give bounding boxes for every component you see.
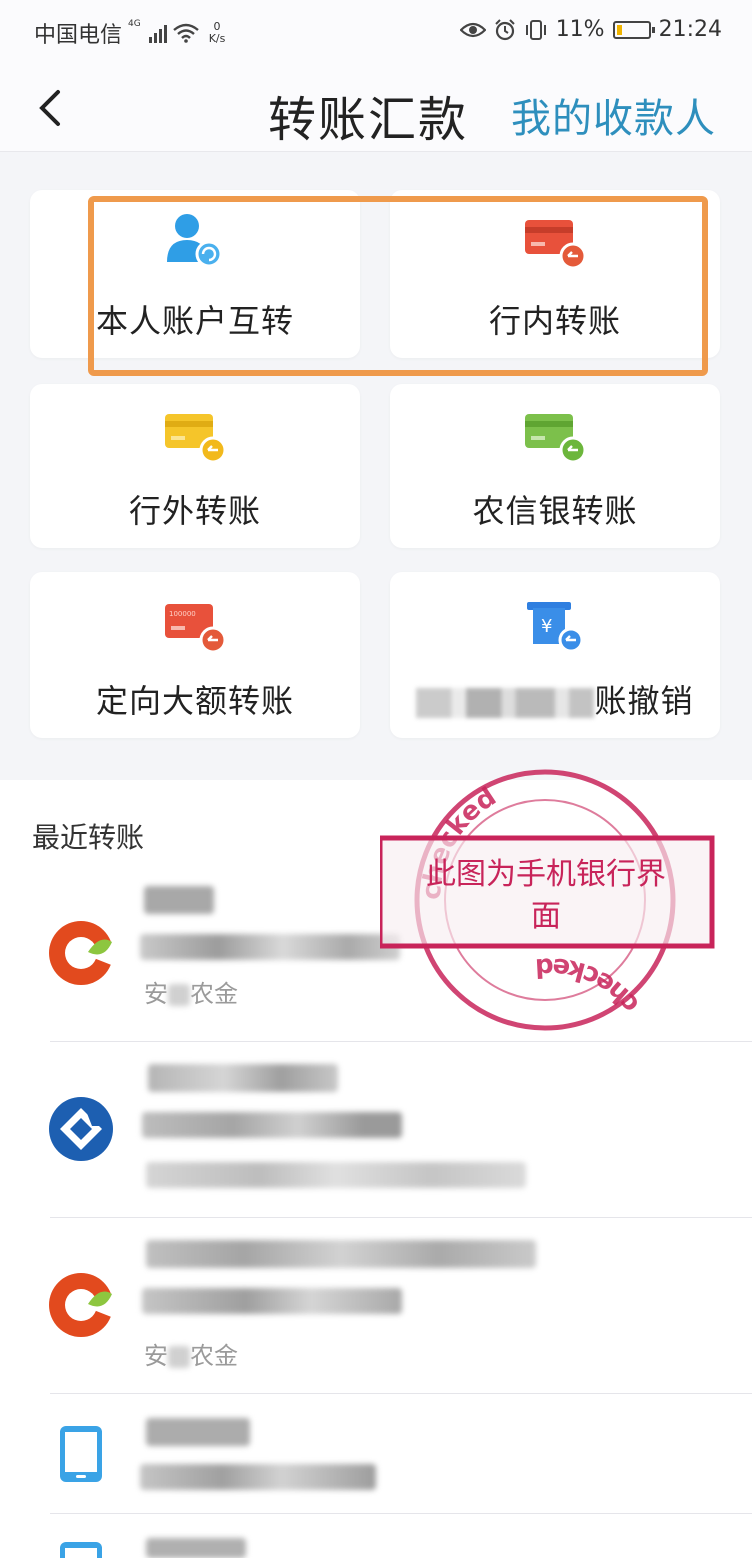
rural-credit-transfer-label: 农信银转账: [472, 492, 638, 530]
blurred-account: [140, 1464, 376, 1490]
inter-bank-transfer-button[interactable]: 行外转账: [30, 384, 360, 548]
status-left: 中国电信 4G 0 K/s: [34, 17, 225, 49]
page-title: 转账汇款: [268, 92, 469, 148]
blurred-name: [146, 1240, 536, 1268]
blurred-name: [146, 1418, 250, 1446]
bank-name-suffix: 农金: [190, 980, 238, 1008]
bank-name: 安农金: [144, 1336, 238, 1371]
blurred-name: [146, 1538, 246, 1558]
eye-icon: [459, 22, 486, 37]
ccb-bank-logo-icon: [49, 1097, 113, 1161]
signal-icon: [148, 23, 167, 43]
directed-large-transfer-button[interactable]: 100000 定向大额转账: [30, 572, 360, 738]
blurred-char: [168, 984, 190, 1006]
own-accounts-transfer-label: 本人账户互转: [95, 302, 294, 340]
recent-transfer-item[interactable]: 安农金: [0, 870, 752, 1042]
atm-yen-icon: ¥: [527, 602, 584, 653]
rural-credit-transfer-button[interactable]: 农信银转账: [390, 384, 720, 548]
transfer-cancel-suffix: 账撤销: [594, 682, 694, 720]
blurred-char: [168, 1346, 190, 1368]
carrier-name: 中国电信: [34, 23, 123, 48]
mobile-phone-icon: [60, 1426, 102, 1482]
recent-transfer-item[interactable]: [0, 1514, 752, 1558]
nav-header: 转账汇款 我的收款人: [0, 62, 752, 152]
recent-transfer-item[interactable]: [0, 1042, 752, 1218]
net-speed: 0 K/s: [209, 21, 226, 45]
net-speed-unit: K/s: [208, 32, 226, 45]
large-amount-card-icon: 100000: [165, 604, 227, 654]
back-arrow-icon[interactable]: [36, 88, 66, 128]
blurred-name: [148, 1064, 338, 1092]
recent-transfer-item[interactable]: [0, 1394, 752, 1514]
transfer-cancel-button[interactable]: ¥ 账撤销: [390, 572, 720, 738]
blurred-account: [142, 1288, 402, 1314]
directed-large-transfer-label: 定向大额转账: [95, 682, 294, 720]
bank-name-prefix: 安: [144, 1342, 168, 1370]
status-bar: 中国电信 4G 0 K/s 11% 21:24: [0, 0, 752, 62]
svg-text:100000: 100000: [169, 610, 196, 618]
recent-transfers-section: 最近转账 安农金 安 农金: [0, 780, 752, 1558]
bank-name-prefix: 安: [144, 980, 168, 1008]
my-payees-link[interactable]: 我的收款人: [511, 86, 716, 144]
mobile-phone-icon: [60, 1542, 102, 1558]
recent-transfer-item[interactable]: 安农金: [0, 1218, 752, 1394]
recent-transfers-title: 最近转账: [32, 821, 145, 854]
alarm-icon: [494, 18, 515, 40]
blurred-name: [144, 886, 214, 914]
battery-percent: 11%: [555, 17, 605, 42]
own-accounts-transfer-button[interactable]: 本人账户互转: [30, 190, 360, 358]
yellow-card-icon: [165, 414, 227, 464]
wifi-icon: [172, 23, 199, 43]
svg-text:¥: ¥: [541, 616, 552, 637]
blurred-bank-name: [146, 1162, 526, 1188]
rural-bank-logo-icon: [49, 1273, 114, 1337]
bank-name: 安农金: [144, 974, 238, 1009]
transfer-cancel-label: 账撤销: [390, 676, 720, 722]
user-transfer-icon: [167, 214, 223, 268]
vibrate-icon: [525, 19, 546, 40]
blurred-text: [416, 688, 595, 718]
clock-time: 21:24: [658, 17, 722, 42]
network-type: 4G: [128, 19, 141, 29]
battery-icon: [612, 20, 655, 39]
intra-bank-transfer-button[interactable]: 行内转账: [390, 190, 720, 358]
rural-bank-logo-icon: [49, 921, 114, 985]
bank-name-suffix: 农金: [190, 1342, 238, 1370]
intra-bank-transfer-label: 行内转账: [488, 302, 621, 340]
status-right: 11% 21:24: [459, 17, 722, 42]
inter-bank-transfer-label: 行外转账: [128, 492, 261, 530]
blurred-account: [140, 934, 400, 960]
blurred-account: [142, 1112, 402, 1138]
green-card-icon: [525, 414, 587, 464]
red-card-icon: [525, 220, 587, 270]
